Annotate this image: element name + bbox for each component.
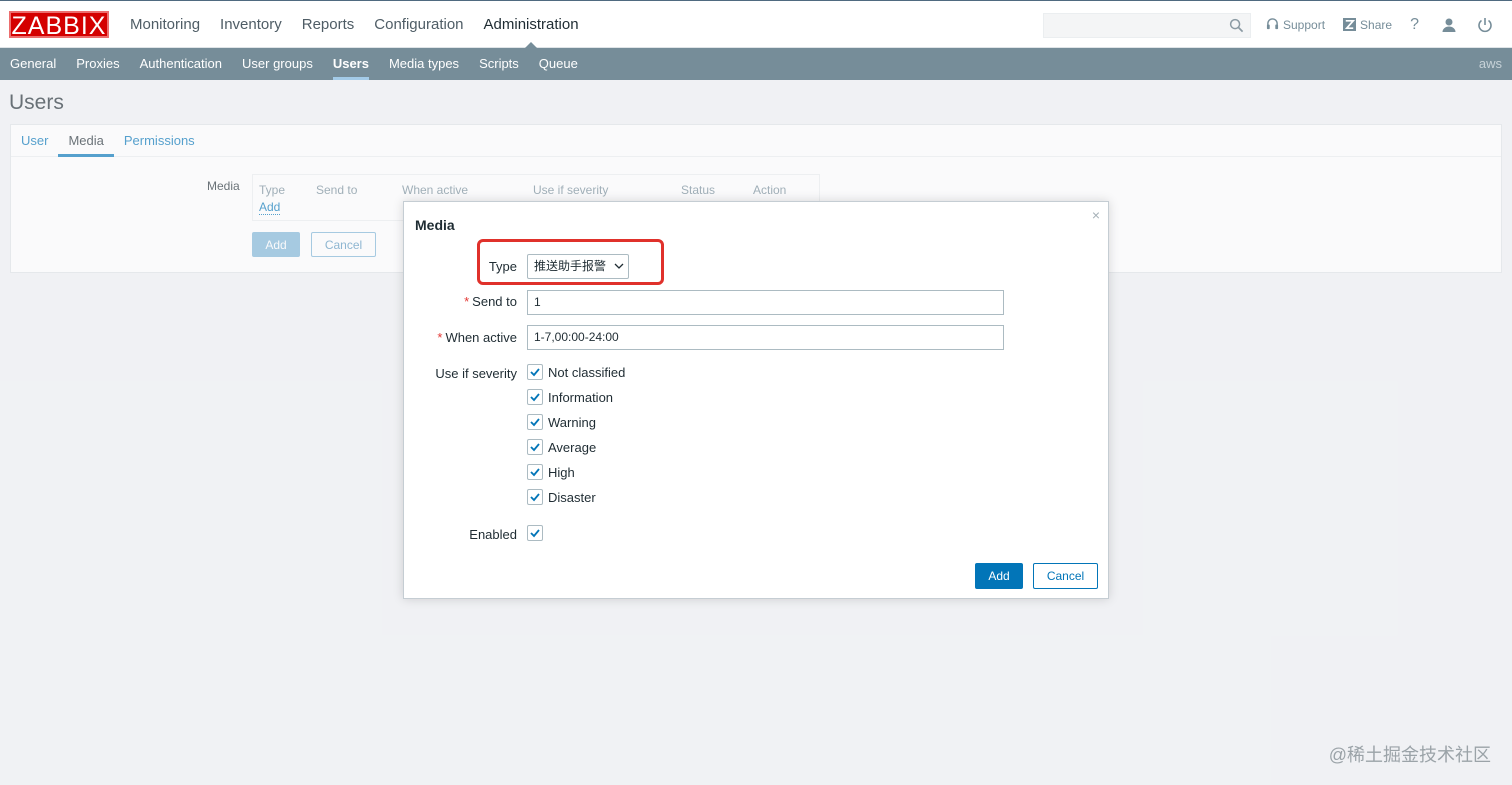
severity-average[interactable]: Average <box>527 439 596 455</box>
type-label: Type <box>488 259 517 274</box>
share-link[interactable]: Share <box>1343 18 1392 32</box>
check-icon <box>530 418 540 427</box>
severity-disaster[interactable]: Disaster <box>527 489 596 505</box>
menu-reports[interactable]: Reports <box>292 1 365 48</box>
required-mark: * <box>437 330 443 345</box>
search-icon[interactable] <box>1229 18 1244 33</box>
submenu-general[interactable]: General <box>0 48 66 80</box>
severity-label-text: Disaster <box>548 489 596 505</box>
top-navigation-bar: ZABBIX Monitoring Inventory Reports Conf… <box>0 0 1512 49</box>
severity-label-text: Information <box>548 389 614 405</box>
checkbox-checked[interactable] <box>527 439 543 455</box>
severity-label-text: Average <box>548 439 597 455</box>
dialog-cancel-button[interactable]: Cancel <box>1033 563 1098 589</box>
check-icon <box>530 368 540 377</box>
sign-out-icon[interactable] <box>1477 17 1493 33</box>
enabled-checkbox[interactable] <box>527 525 543 541</box>
media-type-select[interactable]: 推送助手报警 <box>527 254 629 279</box>
dialog-add-button[interactable]: Add <box>975 563 1023 589</box>
media-type-selected-value: 推送助手报警 <box>534 259 607 273</box>
sub-menu: General Proxies Authentication User grou… <box>0 48 1512 80</box>
checkbox-checked[interactable] <box>527 364 543 380</box>
required-mark: * <box>464 294 470 309</box>
checkbox-checked[interactable] <box>527 464 543 480</box>
when-active-input[interactable]: 1-7,00:00-24:00 <box>527 325 1004 350</box>
enabled-checkbox-row[interactable] <box>527 525 543 541</box>
check-icon <box>530 468 540 477</box>
when-active-label-text: When active <box>445 330 517 345</box>
media-dialog: Media × Type 推送助手报警 * Send to 1 * When act… <box>403 201 1109 599</box>
severity-label-text: High <box>548 464 575 480</box>
send-to-input[interactable]: 1 <box>527 290 1004 315</box>
check-icon <box>530 493 540 502</box>
watermark: @稀土掘金技术社区 <box>1328 745 1491 765</box>
menu-monitoring[interactable]: Monitoring <box>120 1 210 48</box>
severity-not-classified[interactable]: Not classified <box>527 364 625 380</box>
zabbix-logo[interactable]: ZABBIX <box>9 11 109 40</box>
menu-inventory[interactable]: Inventory <box>210 1 292 48</box>
server-name: aws <box>1478 56 1502 71</box>
share-z-icon <box>1343 18 1357 31</box>
severity-label-text: Warning <box>548 414 596 430</box>
top-links: Support Share ? <box>1266 1 1512 48</box>
send-to-label-text: Send to <box>472 294 517 309</box>
submenu-scripts[interactable]: Scripts <box>469 48 529 80</box>
submenu-queue[interactable]: Queue <box>529 48 588 80</box>
submenu-user-groups[interactable]: User groups <box>232 48 323 80</box>
checkbox-checked[interactable] <box>527 389 543 405</box>
menu-administration[interactable]: Administration <box>474 1 589 49</box>
submenu-authentication[interactable]: Authentication <box>130 48 232 80</box>
support-link[interactable]: Support <box>1266 18 1325 32</box>
dialog-title: Media <box>415 217 455 233</box>
severity-high[interactable]: High <box>527 464 575 480</box>
chevron-down-icon <box>614 263 624 269</box>
support-label: Support <box>1283 17 1326 32</box>
headset-icon <box>1266 18 1279 30</box>
search-input[interactable] <box>1043 13 1251 38</box>
menu-configuration[interactable]: Configuration <box>364 1 473 48</box>
share-label: Share <box>1360 17 1393 32</box>
check-icon <box>530 529 540 538</box>
severity-label: Use if severity <box>435 366 517 381</box>
send-to-label: * Send to <box>404 294 517 309</box>
severity-information[interactable]: Information <box>527 389 613 405</box>
user-profile-icon[interactable] <box>1441 17 1457 33</box>
sub-navigation-bar: General Proxies Authentication User grou… <box>0 48 1512 80</box>
check-icon <box>530 443 540 452</box>
submenu-media-types[interactable]: Media types <box>379 48 469 80</box>
submenu-proxies[interactable]: Proxies <box>66 48 129 80</box>
checkbox-checked[interactable] <box>527 489 543 505</box>
when-active-label: * When active <box>404 330 517 345</box>
severity-warning[interactable]: Warning <box>527 414 596 430</box>
severity-label-text: Not classified <box>548 364 626 380</box>
main-menu: Monitoring Inventory Reports Configurati… <box>120 1 589 49</box>
close-icon[interactable]: × <box>1092 207 1100 223</box>
checkbox-checked[interactable] <box>527 414 543 430</box>
check-icon <box>530 393 540 402</box>
submenu-users[interactable]: Users <box>323 48 379 80</box>
help-icon[interactable]: ? <box>1410 16 1419 33</box>
enabled-label: Enabled <box>469 527 517 542</box>
